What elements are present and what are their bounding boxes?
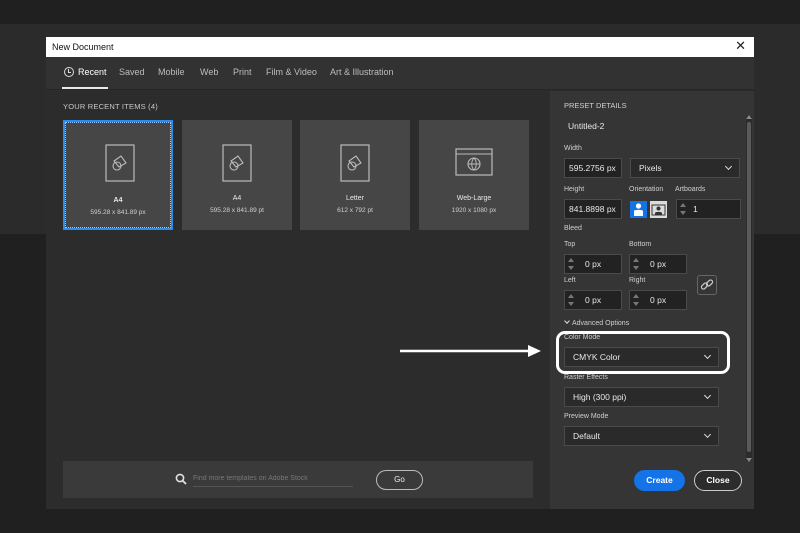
artboards-label: Artboards — [675, 186, 706, 193]
web-icon — [455, 148, 493, 176]
units-value: Pixels — [639, 163, 662, 173]
preset-details-heading: PRESET DETAILS — [564, 101, 627, 110]
link-bleed-button[interactable] — [697, 275, 717, 295]
scroll-down-icon — [746, 458, 752, 462]
recent-items-count: (4) — [148, 102, 158, 111]
tab-mobile[interactable]: Mobile — [158, 67, 185, 77]
tab-print[interactable]: Print — [233, 67, 252, 77]
chevron-down-icon — [703, 430, 712, 439]
bleed-right-stepper[interactable] — [631, 290, 641, 310]
category-tabs: Recent Saved Mobile Web Print Film & Vid… — [46, 57, 754, 90]
item-name: Letter — [346, 195, 364, 202]
recent-item-a4-px[interactable]: A4 595.28 x 841.89 px — [63, 120, 173, 230]
units-dropdown[interactable]: Pixels — [630, 158, 740, 178]
bleed-top-label: Top — [564, 241, 576, 248]
tab-art-illustration[interactable]: Art & Illustration — [330, 67, 394, 77]
preset-details-panel: PRESET DETAILS Untitled-2 Width 595.2756… — [550, 91, 754, 509]
tab-label: Recent — [78, 67, 107, 77]
bleed-bottom-stepper[interactable] — [631, 254, 641, 274]
chevron-down-icon — [724, 162, 733, 171]
bleed-label: Bleed — [564, 225, 582, 232]
close-button[interactable]: Close — [694, 470, 742, 491]
item-name: A4 — [113, 197, 123, 204]
pointer-arrow-icon — [400, 345, 541, 357]
height-input[interactable]: 841.8898 px — [564, 199, 622, 219]
tab-saved[interactable]: Saved — [119, 67, 145, 77]
advanced-options-label: Advanced Options — [572, 320, 630, 327]
active-tab-indicator — [62, 87, 108, 89]
chevron-down-icon — [703, 391, 712, 400]
new-document-dialog: New Document ✕ Recent Saved Mobile Web P… — [46, 37, 754, 509]
recent-item-web-large[interactable]: Web-Large 1920 x 1080 px — [419, 120, 529, 230]
document-icon — [340, 144, 370, 182]
landscape-icon — [651, 204, 666, 216]
preview-mode-label: Preview Mode — [564, 413, 609, 420]
recent-item-letter[interactable]: Letter 612 x 792 pt — [300, 120, 410, 230]
item-name: A4 — [232, 195, 242, 202]
document-icon — [222, 144, 252, 182]
width-label: Width — [564, 145, 582, 152]
clock-icon — [64, 67, 74, 77]
portrait-icon — [634, 203, 643, 216]
window-title: New Document — [52, 42, 114, 52]
item-size: 595.28 x 841.89 px — [90, 209, 146, 216]
bleed-top-stepper[interactable] — [566, 254, 576, 274]
tab-film-video[interactable]: Film & Video — [266, 67, 317, 77]
bleed-left-stepper[interactable] — [566, 290, 576, 310]
portrait-orientation-button[interactable] — [630, 201, 647, 218]
recent-items-heading: YOUR RECENT ITEMS (4) — [63, 102, 158, 111]
preview-mode-value: Default — [573, 431, 600, 441]
recent-items-panel: YOUR RECENT ITEMS (4) A4 595.28 x 841.89… — [46, 91, 550, 509]
create-button[interactable]: Create — [634, 470, 685, 491]
landscape-orientation-button[interactable] — [650, 201, 667, 218]
advanced-options-toggle[interactable]: Advanced Options — [564, 318, 630, 327]
template-search-bar: Go — [63, 461, 533, 498]
chevron-down-icon — [564, 318, 570, 324]
scroll-up-icon — [746, 115, 752, 119]
go-button[interactable]: Go — [376, 470, 423, 490]
item-name: Web-Large — [456, 195, 492, 202]
bleed-right-label: Right — [629, 277, 646, 284]
title-bar: New Document ✕ — [46, 37, 754, 57]
document-icon — [105, 144, 135, 182]
height-label: Height — [564, 186, 585, 193]
search-icon — [175, 473, 187, 485]
width-input[interactable]: 595.2756 px — [564, 158, 622, 178]
artboards-stepper[interactable] — [678, 199, 688, 219]
scrollbar-thumb[interactable] — [747, 122, 751, 452]
recent-item-a4-pt[interactable]: A4 595.28 x 841.89 pt — [182, 120, 292, 230]
document-name-input[interactable]: Untitled-2 — [568, 121, 604, 131]
close-icon[interactable]: ✕ — [735, 39, 746, 53]
item-size: 1920 x 1080 px — [451, 207, 497, 214]
item-size: 595.28 x 841.89 pt — [210, 207, 264, 214]
preview-mode-dropdown[interactable]: Default — [564, 426, 719, 446]
raster-effects-value: High (300 ppi) — [573, 392, 627, 402]
item-size: 612 x 792 pt — [337, 207, 373, 214]
raster-effects-dropdown[interactable]: High (300 ppi) — [564, 387, 719, 407]
bleed-left-label: Left — [564, 277, 576, 284]
template-search-input[interactable] — [193, 471, 353, 487]
raster-effects-label: Raster Effects — [564, 374, 608, 381]
link-icon — [700, 279, 714, 290]
preset-panel-scrollbar[interactable] — [746, 115, 752, 462]
color-mode-highlight-box — [556, 331, 730, 374]
tab-recent[interactable]: Recent — [64, 67, 107, 77]
orientation-label: Orientation — [629, 186, 664, 193]
tab-web[interactable]: Web — [200, 67, 218, 77]
bleed-bottom-label: Bottom — [629, 241, 652, 248]
